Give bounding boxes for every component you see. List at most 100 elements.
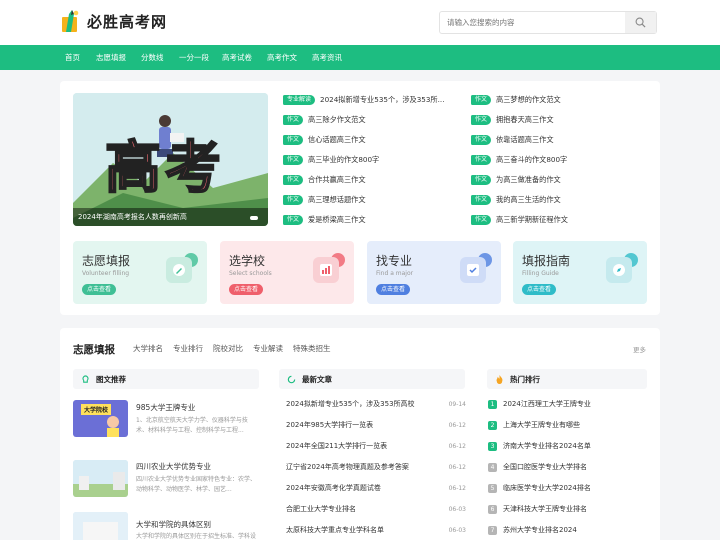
news-title: 2024拟新增专业535个，涉及353所... bbox=[320, 95, 445, 104]
news-item[interactable]: 专业解读 2024拟新增专业535个，涉及353所... bbox=[283, 93, 444, 107]
news-item[interactable]: 作文 我的高三生活的作文 bbox=[471, 193, 561, 207]
quick-card-school[interactable]: 选学校 Select schools 点击查看 bbox=[220, 241, 354, 304]
rank-row[interactable]: 7 苏州大学专业排名2024 bbox=[488, 524, 577, 536]
quick-card-volunteer[interactable]: 志愿填报 Volunteer filling 点击查看 bbox=[73, 241, 207, 304]
nav-news[interactable]: 高考资讯 bbox=[312, 45, 342, 70]
article-row[interactable]: 2024年全国211大学排行一览表 06-12 bbox=[286, 440, 466, 452]
news-item[interactable]: 作文 合作共赢高三作文 bbox=[283, 173, 366, 187]
quick-subtitle: Find a major bbox=[376, 270, 414, 277]
checkbox-icon bbox=[460, 257, 486, 283]
nav-essays[interactable]: 高考作文 bbox=[267, 45, 297, 70]
quick-view-button[interactable]: 点击查看 bbox=[82, 284, 116, 295]
quick-title: 志愿填报 bbox=[82, 254, 131, 268]
news-tag: 作文 bbox=[471, 135, 492, 145]
search-button[interactable] bbox=[625, 12, 656, 33]
article-row[interactable]: 2024拟新增专业535个，涉及353所高校 09-14 bbox=[286, 398, 466, 410]
news-item[interactable]: 作文 为高三做准备的作文 bbox=[471, 173, 561, 187]
nav-score-segment[interactable]: 一分一段 bbox=[179, 45, 209, 70]
news-title: 高三奋斗的作文800字 bbox=[496, 155, 568, 164]
main-nav: 首页 志愿填报 分数线 一分一段 高考试卷 高考作文 高考资讯 bbox=[0, 45, 720, 70]
rank-row[interactable]: 4 全国口腔医学专业大学排名 bbox=[488, 461, 587, 473]
pic-article-title[interactable]: 大学和学院的具体区别 bbox=[136, 519, 211, 530]
section-tab-school-compare[interactable]: 院校对比 bbox=[213, 343, 243, 354]
rank-number: 7 bbox=[488, 525, 497, 535]
section-title: 志愿填报 bbox=[73, 344, 115, 356]
section-tab-major-guide[interactable]: 专业解读 bbox=[253, 343, 283, 354]
banner-slider[interactable]: 高考 2024年湖南高考报名人数再创新高 bbox=[73, 93, 268, 226]
article-title: 辽宁省2024年高考物理真题及参考答案 bbox=[286, 463, 409, 471]
article-row[interactable]: 太原科技大学重点专业学科名单 06-03 bbox=[286, 524, 466, 536]
nav-volunteer[interactable]: 志愿填报 bbox=[96, 45, 126, 70]
search-input[interactable] bbox=[440, 12, 626, 33]
news-item[interactable]: 作文 拥抱春天高三作文 bbox=[471, 113, 554, 127]
quick-title: 选学校 bbox=[229, 254, 266, 268]
nav-home[interactable]: 首页 bbox=[65, 45, 80, 70]
news-title: 高三除夕作文范文 bbox=[308, 115, 366, 124]
article-thumbnail[interactable] bbox=[73, 460, 128, 497]
search-box bbox=[439, 11, 657, 34]
rank-row[interactable]: 3 济南大学专业排名2024名单 bbox=[488, 440, 591, 452]
pics-column-title: 图文推荐 bbox=[96, 374, 126, 384]
rank-number: 4 bbox=[488, 462, 497, 472]
quick-view-button[interactable]: 点击查看 bbox=[229, 284, 263, 295]
news-tag: 作文 bbox=[283, 155, 304, 165]
news-tag: 作文 bbox=[471, 215, 492, 225]
news-tag: 作文 bbox=[471, 155, 492, 165]
article-row[interactable]: 辽宁省2024年高考物理真题及参考答案 06-12 bbox=[286, 461, 466, 473]
quick-view-button[interactable]: 点击查看 bbox=[522, 284, 556, 295]
news-item[interactable]: 作文 高三理想话题作文 bbox=[283, 193, 366, 207]
section-tab-special-admission[interactable]: 特殊类招生 bbox=[293, 343, 331, 354]
nav-exam-papers[interactable]: 高考试卷 bbox=[222, 45, 252, 70]
quick-card-guide[interactable]: 填报指南 Filling Guide 点击查看 bbox=[513, 241, 647, 304]
compass-icon bbox=[606, 257, 632, 283]
pic-article-title[interactable]: 四川农业大学优势专业 bbox=[136, 461, 211, 472]
article-row[interactable]: 2024年985大学排行一览表 06-12 bbox=[286, 419, 466, 431]
section-tab-university-ranking[interactable]: 大学排名 bbox=[133, 343, 163, 354]
news-title: 高三理想话题作文 bbox=[308, 195, 366, 204]
quick-subtitle: Volunteer filling bbox=[82, 270, 130, 277]
rank-row[interactable]: 6 天津科技大学王牌专业排名 bbox=[488, 503, 587, 515]
news-tag: 作文 bbox=[471, 195, 492, 205]
news-title: 拥抱春天高三作文 bbox=[496, 115, 554, 124]
bulb-icon bbox=[81, 374, 90, 384]
article-title: 合肥工业大学专业排名 bbox=[286, 505, 356, 513]
quick-subtitle: Filling Guide bbox=[522, 270, 559, 277]
quick-view-button[interactable]: 点击查看 bbox=[376, 284, 410, 295]
article-row[interactable]: 合肥工业大学专业排名 06-03 bbox=[286, 503, 466, 515]
article-thumbnail[interactable]: 大学院校 bbox=[73, 400, 128, 437]
article-row[interactable]: 2024年安徽高考化学真题试卷 06-12 bbox=[286, 482, 466, 494]
quick-title: 找专业 bbox=[376, 254, 413, 268]
article-date: 06-03 bbox=[448, 526, 466, 534]
quick-card-major[interactable]: 找专业 Find a major 点击查看 bbox=[367, 241, 501, 304]
news-tag: 作文 bbox=[283, 175, 304, 185]
pic-article-title[interactable]: 985大学王牌专业 bbox=[136, 402, 195, 413]
article-date: 06-12 bbox=[448, 484, 466, 492]
rank-row[interactable]: 5 临床医学专业大学2024排名 bbox=[488, 482, 591, 494]
banner-pager[interactable] bbox=[250, 216, 258, 220]
article-thumbnail[interactable] bbox=[73, 512, 128, 540]
rank-number: 5 bbox=[488, 483, 497, 493]
news-tag: 作文 bbox=[283, 215, 304, 225]
articles-column-head: 最新文章 bbox=[279, 369, 465, 389]
news-item[interactable]: 作文 高三奋斗的作文800字 bbox=[471, 153, 567, 167]
nav-score-line[interactable]: 分数线 bbox=[141, 45, 164, 70]
news-item[interactable]: 作文 高三毕业的作文800字 bbox=[283, 153, 379, 167]
section-tab-major-ranking[interactable]: 专业排行 bbox=[173, 343, 203, 354]
news-item[interactable]: 作文 爱是桥梁高三作文 bbox=[283, 213, 366, 227]
news-item[interactable]: 作文 高三除夕作文范文 bbox=[283, 113, 366, 127]
news-tag: 作文 bbox=[283, 115, 304, 125]
rank-row[interactable]: 1 2024江西理工大学王牌专业 bbox=[488, 398, 591, 410]
news-title: 依靠话题高三作文 bbox=[496, 135, 554, 144]
news-item[interactable]: 作文 依靠话题高三作文 bbox=[471, 133, 554, 147]
news-item[interactable]: 作文 高三新学期新征程作文 bbox=[471, 213, 568, 227]
news-tag: 作文 bbox=[471, 115, 492, 125]
site-logo[interactable]: 必胜高考网 bbox=[60, 8, 167, 34]
rank-row[interactable]: 2 上海大学王牌专业有哪些 bbox=[488, 419, 580, 431]
news-tag: 作文 bbox=[471, 95, 492, 105]
news-item[interactable]: 作文 信心话题高三作文 bbox=[283, 133, 366, 147]
news-tag: 专业解读 bbox=[283, 95, 316, 105]
news-item[interactable]: 作文 高三梦想的作文范文 bbox=[471, 93, 561, 107]
rank-title: 济南大学专业排名2024名单 bbox=[503, 442, 591, 450]
more-link[interactable]: 更多 bbox=[633, 344, 646, 354]
ranks-column-head: 热门排行 bbox=[487, 369, 647, 389]
